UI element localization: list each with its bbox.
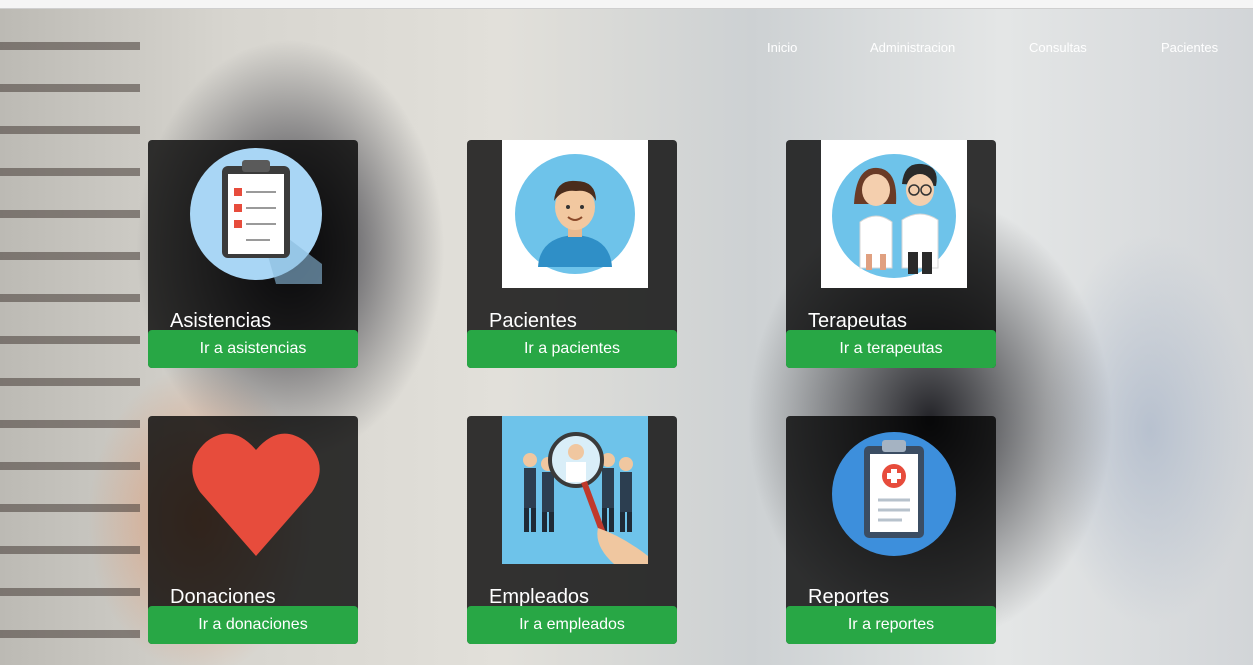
browser-top-edge [0, 0, 1253, 9]
card-empleados: Empleados Ir a empleados [467, 416, 677, 644]
donaciones-button[interactable]: Ir a donaciones [148, 606, 358, 644]
card-terapeutas: Terapeutas Ir a terapeutas [786, 140, 996, 368]
nav-item-inicio[interactable]: Inicio [767, 40, 797, 55]
doctors-icon [821, 140, 967, 288]
patient-avatar-icon [502, 140, 648, 288]
nav-item-administracion[interactable]: Administracion [870, 40, 955, 55]
medical-report-icon [821, 416, 967, 564]
reportes-button[interactable]: Ir a reportes [786, 606, 996, 644]
employees-search-icon [502, 416, 648, 564]
empleados-button[interactable]: Ir a empleados [467, 606, 677, 644]
pacientes-button[interactable]: Ir a pacientes [467, 330, 677, 368]
card-reportes: Reportes Ir a reportes [786, 416, 996, 644]
heart-icon [183, 416, 329, 564]
asistencias-button[interactable]: Ir a asistencias [148, 330, 358, 368]
terapeutas-button[interactable]: Ir a terapeutas [786, 330, 996, 368]
clipboard-checklist-icon [183, 140, 329, 288]
card-asistencias: Asistencias Ir a asistencias [148, 140, 358, 368]
nav-item-consultas[interactable]: Consultas [1029, 40, 1087, 55]
top-nav: Inicio Administracion Consultas Paciente… [0, 40, 1253, 60]
card-pacientes: Pacientes Ir a pacientes [467, 140, 677, 368]
nav-item-pacientes[interactable]: Pacientes [1161, 40, 1218, 55]
card-donaciones: Donaciones Ir a donaciones [148, 416, 358, 644]
